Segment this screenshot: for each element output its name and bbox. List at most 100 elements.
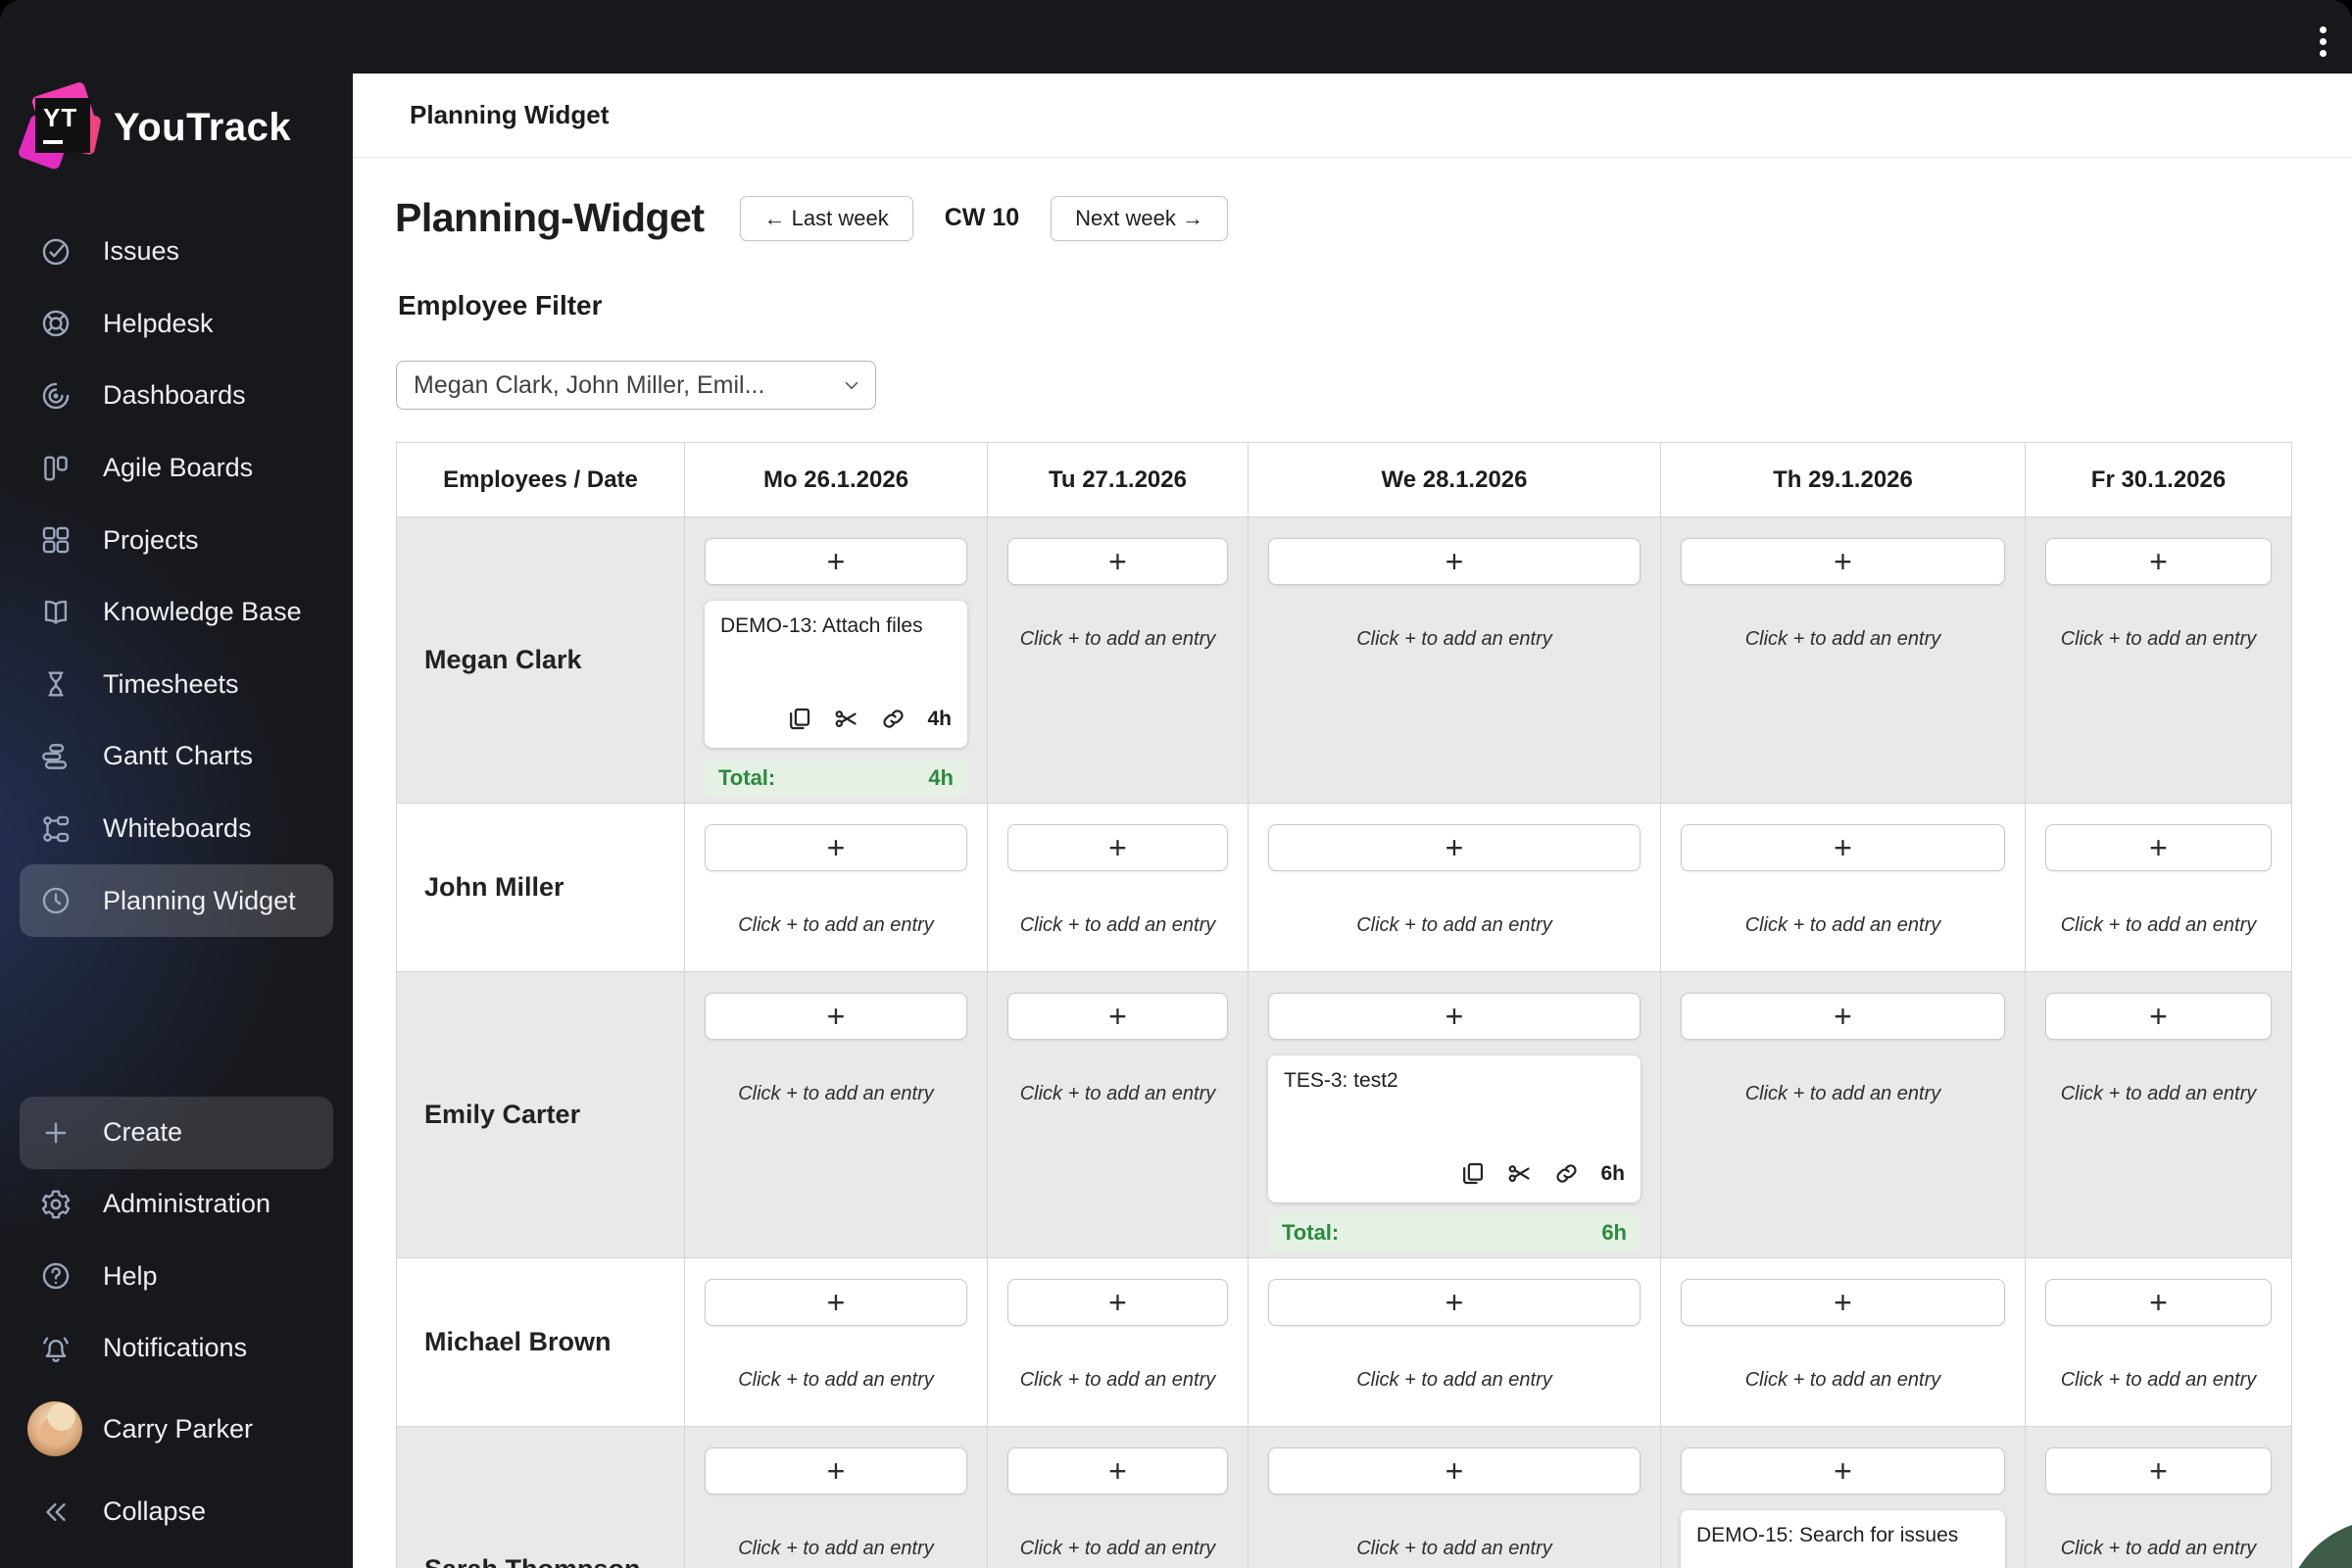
timesheets-icon [39, 667, 73, 701]
sidebar-item-agile-boards[interactable]: Agile Boards [20, 432, 333, 505]
last-week-button[interactable]: ← Last week [739, 195, 913, 241]
dashboards-icon [39, 379, 73, 413]
add-entry-button[interactable]: + [2045, 538, 2272, 585]
create-button[interactable]: Create [20, 1097, 333, 1169]
hours-label: 6h [1600, 1161, 1625, 1185]
total-label: Total: [718, 765, 776, 790]
add-entry-button[interactable]: + [2045, 993, 2272, 1040]
add-entry-button[interactable]: + [1681, 993, 2005, 1040]
sidebar-footer: Administration Help Notifications [0, 1168, 353, 1385]
sidebar-item-label: Gantt Charts [103, 741, 254, 771]
add-entry-button[interactable]: + [705, 993, 967, 1040]
employee-name-cell: Megan Clark [397, 517, 685, 804]
avatar [27, 1401, 82, 1456]
add-entry-button[interactable]: + [1007, 538, 1228, 585]
add-entry-button[interactable]: + [705, 824, 967, 871]
planning-cell: + Click + to add an entry [988, 1258, 1249, 1427]
sidebar-item-planning-widget[interactable]: Planning Widget [20, 864, 333, 937]
add-entry-button[interactable]: + [1268, 1447, 1641, 1494]
add-entry-button[interactable]: + [2045, 1447, 2272, 1494]
card-actions: 6h [1284, 1160, 1625, 1189]
sidebar-nav: Issues Helpdesk Dashboards Agile Boards Proj… [0, 216, 353, 937]
copy-icon[interactable] [786, 706, 812, 732]
sidebar-item-label: Planning Widget [103, 885, 296, 915]
sidebar-item-gantt-charts[interactable]: Gantt Charts [20, 720, 333, 793]
add-entry-hint: Click + to add an entry [1019, 1538, 1216, 1559]
add-entry-hint: Click + to add an entry [1744, 1369, 1941, 1391]
sidebar-item-issues[interactable]: Issues [20, 216, 333, 288]
add-entry-hint: Click + to add an entry [1356, 1369, 1552, 1391]
employee-filter-select[interactable]: Megan Clark, John Miller, Emil... [396, 361, 876, 410]
add-entry-button[interactable]: + [1268, 824, 1641, 871]
employee-filter-value: Megan Clark, John Miller, Emil... [414, 370, 765, 399]
day-header: We 28.1.2026 [1249, 443, 1661, 517]
calendar-week-label: CW 10 [944, 204, 1020, 231]
add-entry-hint: Click + to add an entry [2060, 628, 2257, 650]
copy-icon[interactable] [1459, 1160, 1486, 1187]
planning-cell: + Click + to add an entry [1249, 1427, 1661, 1568]
logo-badge: YT [43, 103, 78, 132]
link-icon[interactable] [1553, 1160, 1580, 1187]
sidebar-item-timesheets[interactable]: Timesheets [20, 649, 333, 721]
user-menu[interactable]: Carry Parker [0, 1393, 353, 1465]
add-entry-button[interactable]: + [1681, 538, 2005, 585]
employee-name-cell: Emily Carter [397, 972, 685, 1258]
app-logo[interactable]: YT YouTrack [17, 80, 291, 172]
add-entry-button[interactable]: + [1268, 538, 1641, 585]
issues-icon [39, 235, 73, 269]
entry-card[interactable]: TES-3: test2 6h [1268, 1055, 1641, 1202]
employee-filter-heading: Employee Filter [398, 290, 603, 320]
youtrack-logo-icon: YT [17, 80, 102, 172]
add-entry-hint: Click + to add an entry [1019, 1083, 1216, 1104]
sidebar-item-knowledge-base[interactable]: Knowledge Base [20, 576, 333, 649]
entry-card[interactable]: DEMO-13: Attach files 4h [705, 601, 967, 748]
add-entry-hint: Click + to add an entry [2060, 914, 2257, 936]
sidebar-item-help[interactable]: Help [20, 1241, 333, 1313]
cut-icon[interactable] [1506, 1160, 1533, 1187]
card-title: DEMO-15: Search for issues [1696, 1524, 1959, 1546]
collapse-button[interactable]: Collapse [20, 1476, 333, 1548]
add-entry-button[interactable]: + [1681, 1447, 2005, 1494]
add-entry-button[interactable]: + [705, 538, 967, 585]
sidebar-item-administration[interactable]: Administration [20, 1168, 333, 1241]
add-entry-hint: Click + to add an entry [738, 1083, 934, 1104]
add-entry-button[interactable]: + [2045, 824, 2272, 871]
kebab-menu-icon[interactable] [2305, 20, 2340, 63]
add-entry-button[interactable]: + [1007, 824, 1228, 871]
sidebar-item-helpdesk[interactable]: Helpdesk [20, 288, 333, 361]
employee-name-cell: Sarah Thompson [397, 1427, 685, 1568]
add-entry-hint: Click + to add an entry [738, 1538, 934, 1559]
sidebar-item-projects[interactable]: Projects [20, 504, 333, 576]
planning-cell: + Click + to add an entry [685, 804, 988, 972]
add-entry-button[interactable]: + [1268, 993, 1641, 1040]
add-entry-button[interactable]: + [2045, 1279, 2272, 1326]
sidebar-item-label: Whiteboards [103, 813, 252, 844]
entry-card[interactable]: DEMO-15: Search for issues [1681, 1510, 2005, 1568]
add-entry-button[interactable]: + [705, 1279, 967, 1326]
agile-boards-icon [39, 452, 73, 485]
add-entry-button[interactable]: + [1007, 993, 1228, 1040]
link-icon[interactable] [880, 706, 906, 732]
add-entry-button[interactable]: + [1681, 824, 2005, 871]
chevron-down-icon [841, 374, 862, 396]
add-entry-hint: Click + to add an entry [1019, 628, 1216, 650]
add-entry-button[interactable]: + [1268, 1279, 1641, 1326]
sidebar-item-label: Helpdesk [103, 308, 214, 338]
sidebar-item-notifications[interactable]: Notifications [20, 1312, 333, 1385]
sidebar-item-dashboards[interactable]: Dashboards [20, 360, 333, 432]
gantt-charts-icon [39, 740, 73, 773]
day-header: Tu 27.1.2026 [988, 443, 1249, 517]
window-titlebar [0, 0, 2352, 74]
add-entry-button[interactable]: + [1007, 1447, 1228, 1494]
sidebar-item-whiteboards[interactable]: Whiteboards [20, 793, 333, 865]
cut-icon[interactable] [833, 706, 859, 732]
add-entry-button[interactable]: + [1007, 1279, 1228, 1326]
total-hours: 6h [1601, 1220, 1627, 1245]
next-week-button[interactable]: Next week → [1051, 195, 1228, 241]
add-entry-button[interactable]: + [705, 1447, 967, 1494]
sidebar: YT YouTrack Issues Helpdesk Dashboards Agil… [0, 0, 353, 1568]
day-header: Th 29.1.2026 [1661, 443, 2026, 517]
sidebar-item-label: Administration [103, 1189, 271, 1219]
planning-widget-icon [39, 884, 73, 917]
add-entry-button[interactable]: + [1681, 1279, 2005, 1326]
